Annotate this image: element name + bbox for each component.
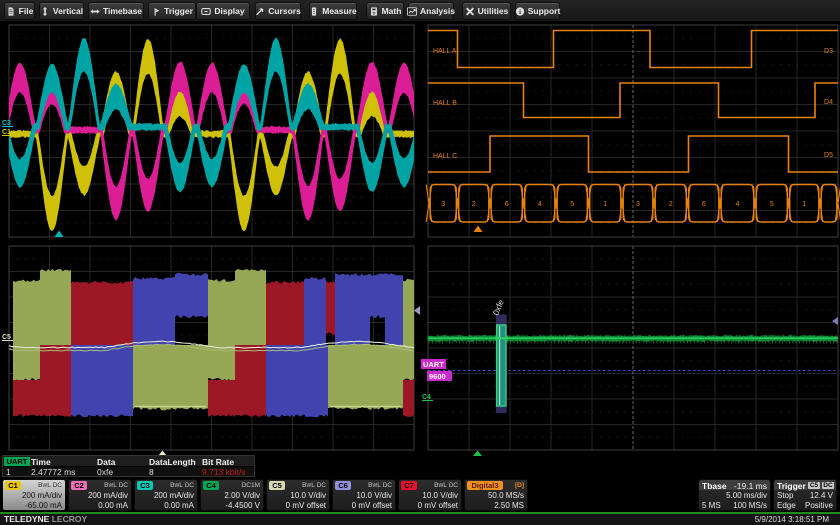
svg-text:HALL A: HALL A (433, 48, 457, 55)
svg-text:5: 5 (570, 201, 574, 208)
svg-text:2: 2 (669, 201, 673, 208)
svg-text:3: 3 (441, 201, 445, 208)
svg-text:HALL C: HALL C (433, 153, 457, 160)
svg-text:6: 6 (702, 201, 706, 208)
svg-text:6: 6 (505, 201, 509, 208)
svg-text:1: 1 (802, 201, 806, 208)
svg-text:9600: 9600 (429, 372, 446, 381)
svg-text:D5: D5 (824, 152, 833, 159)
svg-text:C5: C5 (2, 334, 11, 341)
svg-text:C4: C4 (422, 394, 431, 401)
svg-text:C3: C3 (2, 120, 11, 127)
svg-text:3: 3 (636, 201, 640, 208)
svg-text:D3: D3 (824, 48, 833, 55)
svg-text:D4: D4 (824, 99, 833, 106)
svg-text:i: i (519, 9, 521, 16)
svg-text:4: 4 (736, 201, 740, 208)
svg-text:1: 1 (603, 201, 607, 208)
svg-text:2: 2 (472, 201, 476, 208)
svg-text:UART: UART (423, 360, 444, 369)
svg-text:4: 4 (538, 201, 542, 208)
svg-text:C1: C1 (2, 129, 11, 136)
svg-text:HALL B: HALL B (433, 100, 457, 107)
svg-text:5: 5 (770, 201, 774, 208)
svg-text:0xfe: 0xfe (491, 298, 506, 317)
